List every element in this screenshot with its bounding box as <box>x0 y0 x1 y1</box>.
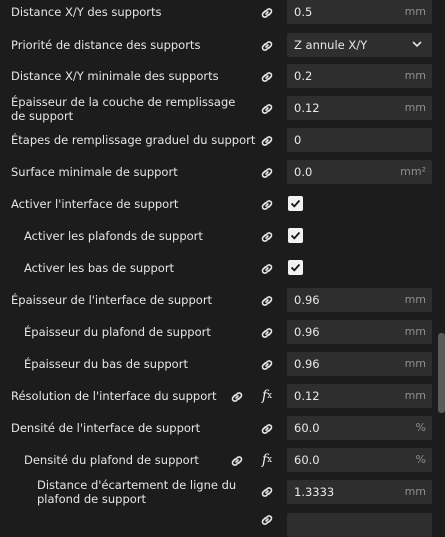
function-icon[interactable]: fx <box>258 387 276 405</box>
field-unit: mm² <box>400 165 426 178</box>
setting-label: Distance X/Y minimale des supports <box>11 69 219 83</box>
link-icon[interactable] <box>258 356 276 374</box>
link-icon[interactable] <box>228 388 246 406</box>
link-icon[interactable] <box>258 228 276 246</box>
link-icon[interactable] <box>258 4 276 22</box>
checkmark-icon <box>290 263 301 272</box>
setting-label: Résolution de l'interface du support <box>11 389 217 403</box>
link-icon[interactable] <box>258 132 276 150</box>
support-interface-resolution-input[interactable]: 0.12 mm <box>287 384 432 408</box>
select-value: Z annule X/Y <box>294 38 368 52</box>
minimum-support-area-input[interactable]: 0.0 mm² <box>287 160 432 184</box>
setting-label: Épaisseur de l'interface de support <box>11 293 213 307</box>
link-icon[interactable] <box>228 452 246 470</box>
setting-row-support-interface-resolution: Résolution de l'interface du support fx … <box>0 384 436 408</box>
field-value: 0 <box>294 133 302 147</box>
field-unit: mm <box>404 325 426 338</box>
support-distance-priority-select[interactable]: Z annule X/Y <box>287 33 432 57</box>
support-roof-line-distance-input[interactable]: 1.3333 mm <box>287 480 432 504</box>
link-icon[interactable] <box>258 324 276 342</box>
link-icon[interactable] <box>258 483 276 501</box>
setting-label: Activer l'interface de support <box>11 197 179 211</box>
setting-row-enable-support-floors: Activer les bas de support <box>0 256 436 280</box>
function-icon[interactable]: fx <box>258 451 276 469</box>
field-value: 60.0 <box>294 453 320 467</box>
chevron-down-icon <box>411 37 423 54</box>
field-value: 0.12 <box>294 389 320 403</box>
field-unit: mm <box>404 293 426 306</box>
support-roof-density-input[interactable]: 60.0 % <box>287 448 432 472</box>
setting-row-gradual-support-infill-steps: Étapes de remplissage graduel du support… <box>0 128 436 152</box>
link-icon[interactable] <box>258 260 276 278</box>
field-unit: mm <box>404 5 426 18</box>
enable-support-roofs-checkbox[interactable] <box>288 228 303 243</box>
link-icon[interactable] <box>258 292 276 310</box>
field-value: 0.96 <box>294 325 320 339</box>
support-roof-thickness-input[interactable]: 0.96 mm <box>287 320 432 344</box>
setting-row-support-interface-density: Densité de l'interface de support 60.0 % <box>0 416 436 440</box>
support-floor-thickness-input[interactable]: 0.96 mm <box>287 352 432 376</box>
setting-row-minimum-support-area: Surface minimale de support 0.0 mm² <box>0 160 436 184</box>
field-unit: % <box>415 453 426 466</box>
setting-label: Distance X/Y des supports <box>11 5 162 19</box>
field-unit: mm <box>404 485 426 498</box>
support-xy-min-distance-input[interactable]: 0.2 mm <box>287 64 432 88</box>
field-unit: % <box>415 421 426 434</box>
link-icon[interactable] <box>258 196 276 214</box>
setting-row-support-xy-min-distance: Distance X/Y minimale des supports 0.2 m… <box>0 64 436 88</box>
setting-label: Activer les bas de support <box>24 261 175 275</box>
checkmark-icon <box>290 199 301 208</box>
setting-row-enable-support-roofs: Activer les plafonds de support <box>0 224 436 248</box>
field-unit: mm <box>404 101 426 114</box>
support-interface-thickness-input[interactable]: 0.96 mm <box>287 288 432 312</box>
checkmark-icon <box>290 231 301 240</box>
field-value: 0.96 <box>294 357 320 371</box>
field-unit: mm <box>404 389 426 402</box>
setting-row-support-floor-thickness: Épaisseur du bas de support 0.96 mm <box>0 352 436 376</box>
link-icon[interactable] <box>258 164 276 182</box>
setting-row-support-infill-layer-thickness: Épaisseur de la couche de remplissage de… <box>0 94 436 124</box>
support-infill-layer-thickness-input[interactable]: 0.12 mm <box>287 96 432 120</box>
support-interface-density-input[interactable]: 60.0 % <box>287 416 432 440</box>
field-value: 1.3333 <box>294 485 335 499</box>
field-unit: mm <box>404 357 426 370</box>
setting-label: Distance d'écartement de ligne du plafon… <box>37 478 237 506</box>
setting-label: Étapes de remplissage graduel du support <box>11 133 256 147</box>
setting-row-support-roof-line-distance: Distance d'écartement de ligne du plafon… <box>0 476 436 508</box>
setting-label: Épaisseur du bas de support <box>24 357 188 371</box>
field-value: 0.96 <box>294 293 320 307</box>
setting-label: Épaisseur du plafond de support <box>24 325 211 339</box>
setting-row-support-roof-density: Densité du plafond de support fx 60.0 % <box>0 448 436 472</box>
enable-support-interface-checkbox[interactable] <box>288 196 303 211</box>
field-value: 0.12 <box>294 101 320 115</box>
link-icon[interactable] <box>258 68 276 86</box>
link-icon[interactable] <box>258 100 276 118</box>
setting-label: Activer les plafonds de support <box>24 229 203 243</box>
link-icon[interactable] <box>258 511 276 529</box>
setting-label: Surface minimale de support <box>11 165 178 179</box>
gradual-support-infill-steps-input[interactable]: 0 <box>287 128 432 152</box>
enable-support-floors-checkbox[interactable] <box>288 260 303 275</box>
field-value: 0.2 <box>294 69 313 83</box>
field-unit: mm <box>404 69 426 82</box>
setting-row-enable-support-interface: Activer l'interface de support <box>0 192 436 216</box>
field-value: 0.0 <box>294 165 313 179</box>
setting-row-support-xy-distance: Distance X/Y des supports 0.5 mm <box>0 0 436 24</box>
setting-row-support-interface-thickness: Épaisseur de l'interface de support 0.96… <box>0 288 436 312</box>
field-value: 60.0 <box>294 421 320 435</box>
setting-label: Priorité de distance des supports <box>11 38 201 52</box>
field-value: 0.5 <box>294 5 313 19</box>
setting-row-support-roof-thickness: Épaisseur du plafond de support 0.96 mm <box>0 320 436 344</box>
setting-label: Densité du plafond de support <box>24 453 199 467</box>
setting-label: Densité de l'interface de support <box>11 421 201 435</box>
setting-label: Épaisseur de la couche de remplissage de… <box>11 95 236 123</box>
link-icon[interactable] <box>258 37 276 55</box>
setting-row-support-distance-priority: Priorité de distance des supports Z annu… <box>0 33 436 57</box>
scrollbar-thumb[interactable] <box>438 333 445 413</box>
support-xy-distance-input[interactable]: 0.5 mm <box>287 0 432 24</box>
link-icon[interactable] <box>258 420 276 438</box>
